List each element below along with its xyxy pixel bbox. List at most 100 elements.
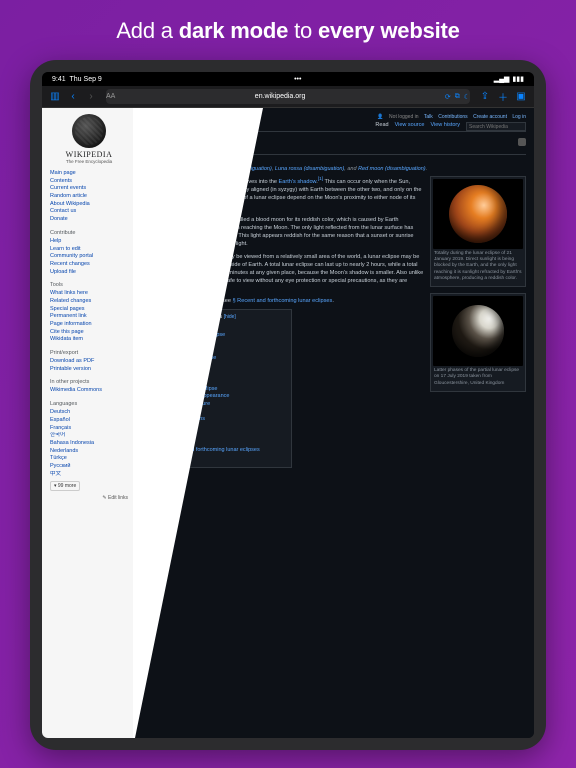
- sidebar-link[interactable]: Cite this page: [50, 329, 128, 337]
- create-account-link[interactable]: Create account: [473, 114, 507, 120]
- wiki-logo[interactable]: WIKIPEDIA The Free Encyclopedia: [50, 114, 128, 164]
- tabs-icon[interactable]: ▣: [514, 90, 528, 104]
- sidebar-link[interactable]: Nederlands: [50, 448, 128, 456]
- action-history[interactable]: View history: [430, 122, 460, 131]
- section-link[interactable]: § Recent and forthcoming lunar eclipses: [233, 298, 333, 304]
- forward-icon: ›: [84, 90, 98, 104]
- toc-link[interactable]: See also: [154, 455, 175, 461]
- toc-link[interactable]: Lunar eclipse appearance: [166, 393, 229, 399]
- sidebar-link[interactable]: What links here: [50, 290, 128, 298]
- tab-talk[interactable]: Talk: [163, 122, 173, 131]
- browser-toolbar: ▥ ‹ › AA en.wikipedia.org ⟳ ⧉ ☾ ⇪ ＋ ▣: [42, 86, 534, 108]
- sidebar-link[interactable]: Current events: [50, 185, 128, 193]
- hatnote-link[interactable]: Luna rossa (disambiguation): [275, 166, 344, 172]
- thumb-1-caption: Totality during the lunar eclipse of 21 …: [433, 249, 523, 284]
- toc-link[interactable]: Lunar eclipse in culture: [154, 401, 211, 407]
- sidebar-link[interactable]: Recent changes: [50, 261, 128, 269]
- sidebar-link[interactable]: About Wikipedia: [50, 201, 128, 209]
- hatnote-link[interactable]: Lunar eclipse (disambiguation): [197, 166, 272, 172]
- projects-heading: In other projects: [50, 379, 128, 385]
- toc-link[interactable]: Partial lunar eclipse: [166, 340, 214, 346]
- back-icon[interactable]: ‹: [66, 90, 80, 104]
- table-of-contents: Contents [hide] 1 Types of lunar eclipse…: [142, 309, 292, 467]
- sidebar-link[interactable]: Upload file: [50, 269, 128, 277]
- contribute-heading: Contribute: [50, 230, 128, 236]
- sidebar-link[interactable]: Русский: [50, 463, 128, 471]
- sidebar-link[interactable]: Donate: [50, 216, 128, 224]
- sidebar-link[interactable]: Download as PDF: [50, 358, 128, 366]
- contribs-link[interactable]: Contributions: [438, 114, 467, 120]
- reader-aa-icon[interactable]: AA: [106, 93, 115, 100]
- tab-article[interactable]: Article: [142, 122, 157, 131]
- toc-link[interactable]: Mesopotamians: [166, 416, 205, 422]
- search-input[interactable]: [466, 122, 526, 131]
- sidebar-link[interactable]: Español: [50, 417, 128, 425]
- sidebar-link[interactable]: Page information: [50, 321, 128, 329]
- hatnote: For other uses, see Lunar eclipse (disam…: [142, 166, 526, 172]
- sidebar-link[interactable]: Wikimedia Commons: [50, 387, 128, 395]
- print-links: Download as PDFPrintable version: [50, 358, 128, 373]
- sidebar-link[interactable]: Contents: [50, 178, 128, 186]
- toc-link[interactable]: Total lunar eclipse: [166, 347, 210, 353]
- sidebar-link[interactable]: Special pages: [50, 306, 128, 314]
- sidebar-link[interactable]: Contact us: [50, 208, 128, 216]
- sidebar-link[interactable]: Learn to edit: [50, 246, 128, 254]
- toc-link[interactable]: Recent and forthcoming lunar eclipses: [166, 447, 260, 453]
- from-line: From Wikipedia, the free encyclopedia: [142, 157, 526, 163]
- eclipse-image-2[interactable]: [433, 296, 523, 366]
- talk-link[interactable]: Talk: [424, 114, 433, 120]
- sidebar-link[interactable]: Related changes: [50, 298, 128, 306]
- share-icon[interactable]: ⇪: [478, 90, 492, 104]
- sidebar-link[interactable]: 한국어: [50, 432, 128, 440]
- sidebar-link[interactable]: Français: [50, 425, 128, 433]
- battery-icon: ▮▮▮: [512, 75, 524, 83]
- login-link[interactable]: Log in: [512, 114, 526, 120]
- toc-link[interactable]: Penumbral lunar eclipse: [166, 332, 225, 338]
- wifi-icon: ▂▄▆: [494, 75, 510, 83]
- projects-links: Wikimedia Commons: [50, 387, 128, 395]
- action-read[interactable]: Read: [375, 122, 388, 131]
- toc-link[interactable]: Lunar versus solar eclipse: [154, 386, 218, 392]
- new-tab-icon[interactable]: ＋: [496, 90, 510, 104]
- sidebar-link[interactable]: Help: [50, 238, 128, 246]
- wiki-subtitle: The Free Encyclopedia: [50, 159, 128, 164]
- status-bar: 9:41 Thu Sep 9 ••• ▂▄▆ ▮▮▮: [42, 72, 534, 86]
- sidebar-link[interactable]: Community portal: [50, 253, 128, 261]
- toc-link[interactable]: Selenelion: [154, 363, 180, 369]
- toc-hide[interactable]: [hide]: [224, 314, 236, 320]
- edit-links[interactable]: ✎ Edit links: [50, 495, 128, 501]
- sidebar-link[interactable]: Wikidata item: [50, 336, 128, 344]
- toc-link[interactable]: Inca: [166, 409, 176, 415]
- sidebar-link[interactable]: Main page: [50, 170, 128, 178]
- reload-icon[interactable]: ⟳: [445, 93, 451, 101]
- sidebar-link[interactable]: Deutsch: [50, 409, 128, 417]
- toc-link[interactable]: Types of lunar eclipse: [154, 324, 207, 330]
- toc-link[interactable]: Blood moon: [154, 432, 183, 438]
- eclipse-image-1[interactable]: [433, 179, 523, 249]
- address-bar[interactable]: AA en.wikipedia.org ⟳ ⧉ ☾: [106, 89, 470, 104]
- sidebar-link[interactable]: Random article: [50, 193, 128, 201]
- toc-link[interactable]: Chinese: [166, 424, 186, 430]
- sidebar-link[interactable]: 中文: [50, 471, 128, 479]
- sidebar-link[interactable]: Permanent link: [50, 313, 128, 321]
- toc-link[interactable]: Central lunar eclipse: [166, 355, 216, 361]
- article-main: 👤 Not logged in Talk Contributions Creat…: [134, 108, 534, 738]
- languages-heading: Languages: [50, 401, 128, 407]
- thumb-1: Totality during the lunar eclipse of 21 …: [430, 176, 526, 287]
- toc-link[interactable]: Occurrence: [154, 440, 182, 446]
- sidebar-link[interactable]: Türkçe: [50, 455, 128, 463]
- status-date: Thu Sep 9: [70, 76, 102, 83]
- sidebar-link[interactable]: Bahasa Indonesia: [50, 440, 128, 448]
- sidebar-link[interactable]: Printable version: [50, 366, 128, 374]
- sidebar-toggle-icon[interactable]: ▥: [48, 90, 62, 104]
- contribute-links: HelpLearn to editCommunity portalRecent …: [50, 238, 128, 276]
- toc-link[interactable]: Danjon scale: [154, 378, 186, 384]
- toc-link[interactable]: Timing: [154, 370, 170, 376]
- action-viewsource[interactable]: View source: [395, 122, 425, 131]
- more-languages-button[interactable]: ▾ 99 more: [50, 481, 80, 491]
- status-time: 9:41: [52, 76, 66, 83]
- reader-icon[interactable]: ☾: [464, 93, 470, 101]
- print-heading: Print/export: [50, 350, 128, 356]
- hatnote-link[interactable]: Red moon (disambiguation): [358, 166, 426, 172]
- extensions-icon[interactable]: ⧉: [455, 93, 460, 101]
